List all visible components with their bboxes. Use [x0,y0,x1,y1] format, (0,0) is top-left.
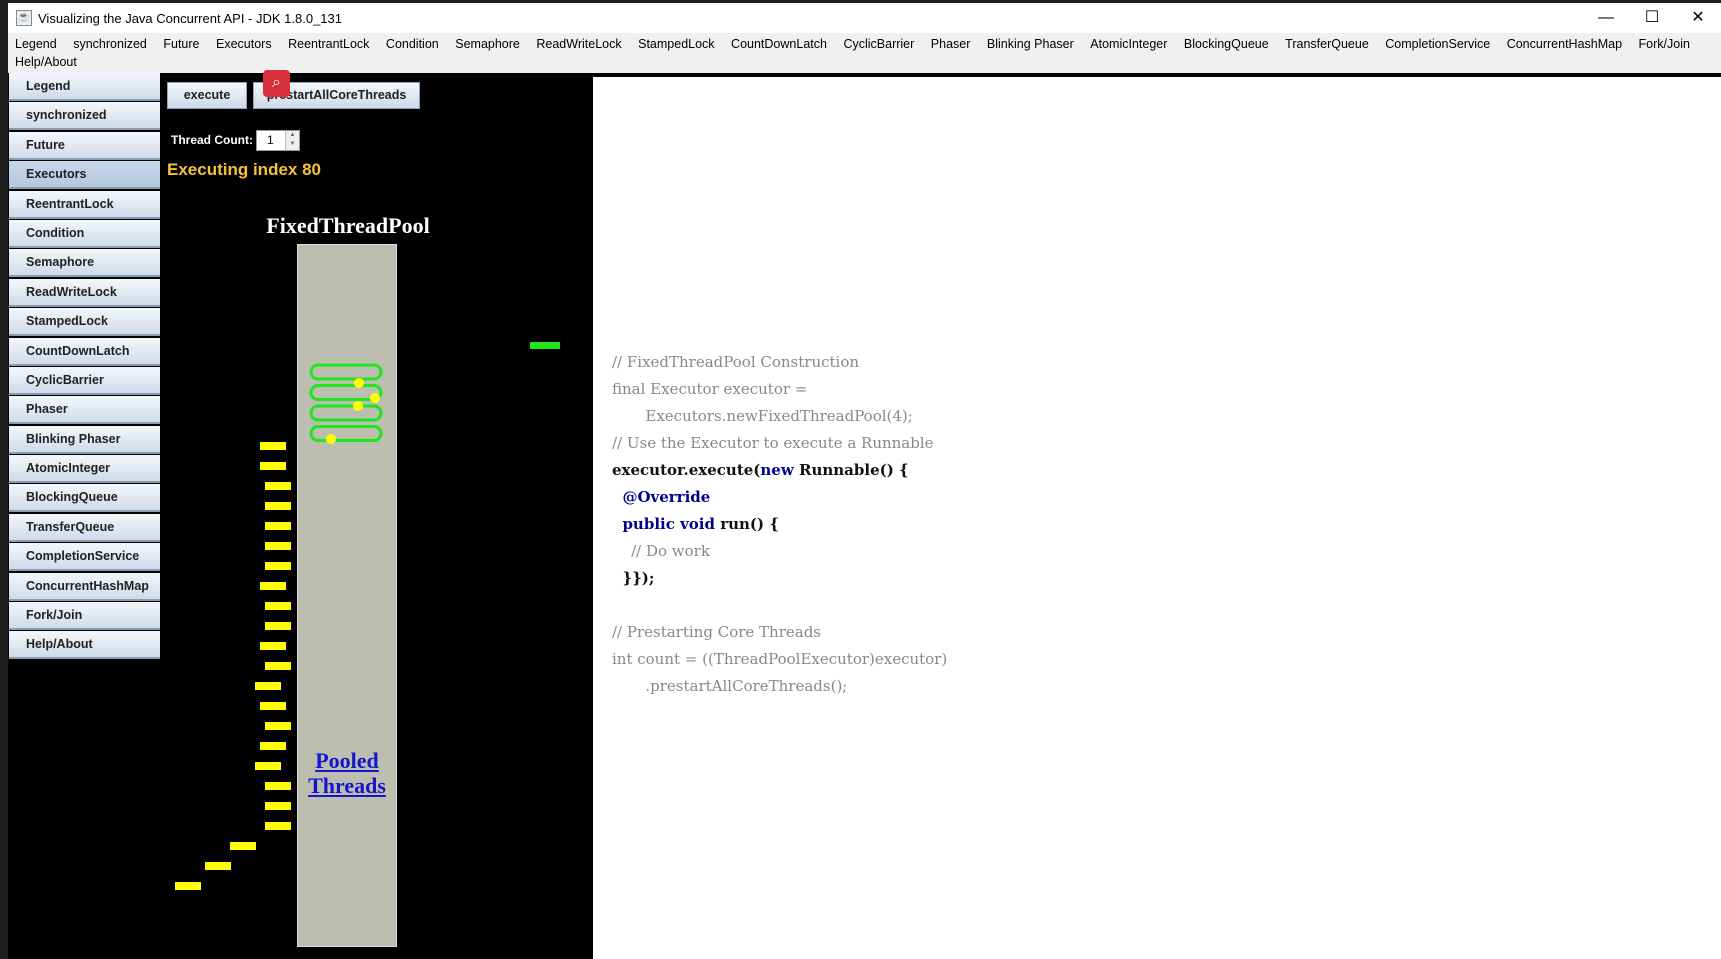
queued-task [265,722,291,730]
code-line: executor.execute(new Runnable() { [612,457,947,484]
completed-task [530,342,560,349]
running-task-dot [354,378,364,388]
queued-task [265,802,291,810]
pool-visualization [175,342,560,890]
code-line: // Use the Executor to execute a Runnabl… [612,434,934,452]
queued-task [255,762,281,770]
queued-task [265,782,291,790]
menu-stampedlock[interactable]: StampedLock [638,37,714,52]
code-panel: // FixedThreadPool Construction final Exe… [593,77,1721,959]
code-line: Executors.newFixedThreadPool(4); [612,407,913,425]
queued-task [265,522,291,530]
running-task-dot [353,401,363,411]
queued-task [265,542,291,550]
queued-task [255,682,281,690]
app-window: ☕ Visualizing the Java Concurrent API - … [8,3,1721,959]
close-button[interactable]: ✕ [1675,3,1721,33]
queued-task [260,742,286,750]
code-token: run() { [715,515,779,533]
maximize-button[interactable]: ☐ [1629,3,1675,33]
menu-countdownlatch[interactable]: CountDownLatch [731,37,827,52]
menu-blinking-phaser[interactable]: Blinking Phaser [987,37,1074,52]
code-line: public void run() { [612,511,947,538]
code-line: // Prestarting Core Threads [612,623,821,641]
thread-loop [309,363,383,381]
queued-task [260,582,286,590]
queued-task [265,602,291,610]
queued-task [265,622,291,630]
minimize-button[interactable]: — [1583,3,1629,33]
code-line: final Executor executor = [612,380,808,398]
queued-task [260,462,286,470]
code-line: // Do work [612,542,710,560]
code-line: int count = ((ThreadPoolExecutor)executo… [612,650,948,668]
queued-task [265,822,291,830]
thread-loop [309,404,383,422]
code-line: .prestartAllCoreThreads(); [612,677,848,695]
thread-loop [309,425,383,442]
menu-atomicinteger[interactable]: AtomicInteger [1090,37,1167,52]
queued-task [265,662,291,670]
menu-completionservice[interactable]: CompletionService [1385,37,1490,52]
menu-concurrenthashmap[interactable]: ConcurrentHashMap [1507,37,1622,52]
queued-task [265,502,291,510]
code-token: public void [612,515,715,533]
code-line: @Override [612,488,711,506]
queued-task [260,642,286,650]
queued-task [230,842,256,850]
code-token: Runnable() { [793,461,909,479]
code-token: new [760,461,794,479]
menu-phaser[interactable]: Phaser [931,37,971,52]
menu-cyclicbarrier[interactable]: CyclicBarrier [843,37,914,52]
running-task-dot [370,393,380,403]
queued-task [205,862,231,870]
queued-task [260,702,286,710]
code-line: // FixedThreadPool Construction [612,353,860,371]
menu-blockingqueue[interactable]: BlockingQueue [1184,37,1269,52]
queued-task [265,482,291,490]
queued-task [265,562,291,570]
code-line: }}); [612,569,655,587]
queued-task [260,442,286,450]
code-snippet: // FixedThreadPool Construction final Exe… [612,349,947,700]
queued-task [175,882,201,890]
running-task-dot [326,434,336,444]
code-token: executor.execute( [612,461,761,479]
menu-fork-join[interactable]: Fork/Join [1639,37,1690,52]
menu-transferqueue[interactable]: TransferQueue [1285,37,1369,52]
